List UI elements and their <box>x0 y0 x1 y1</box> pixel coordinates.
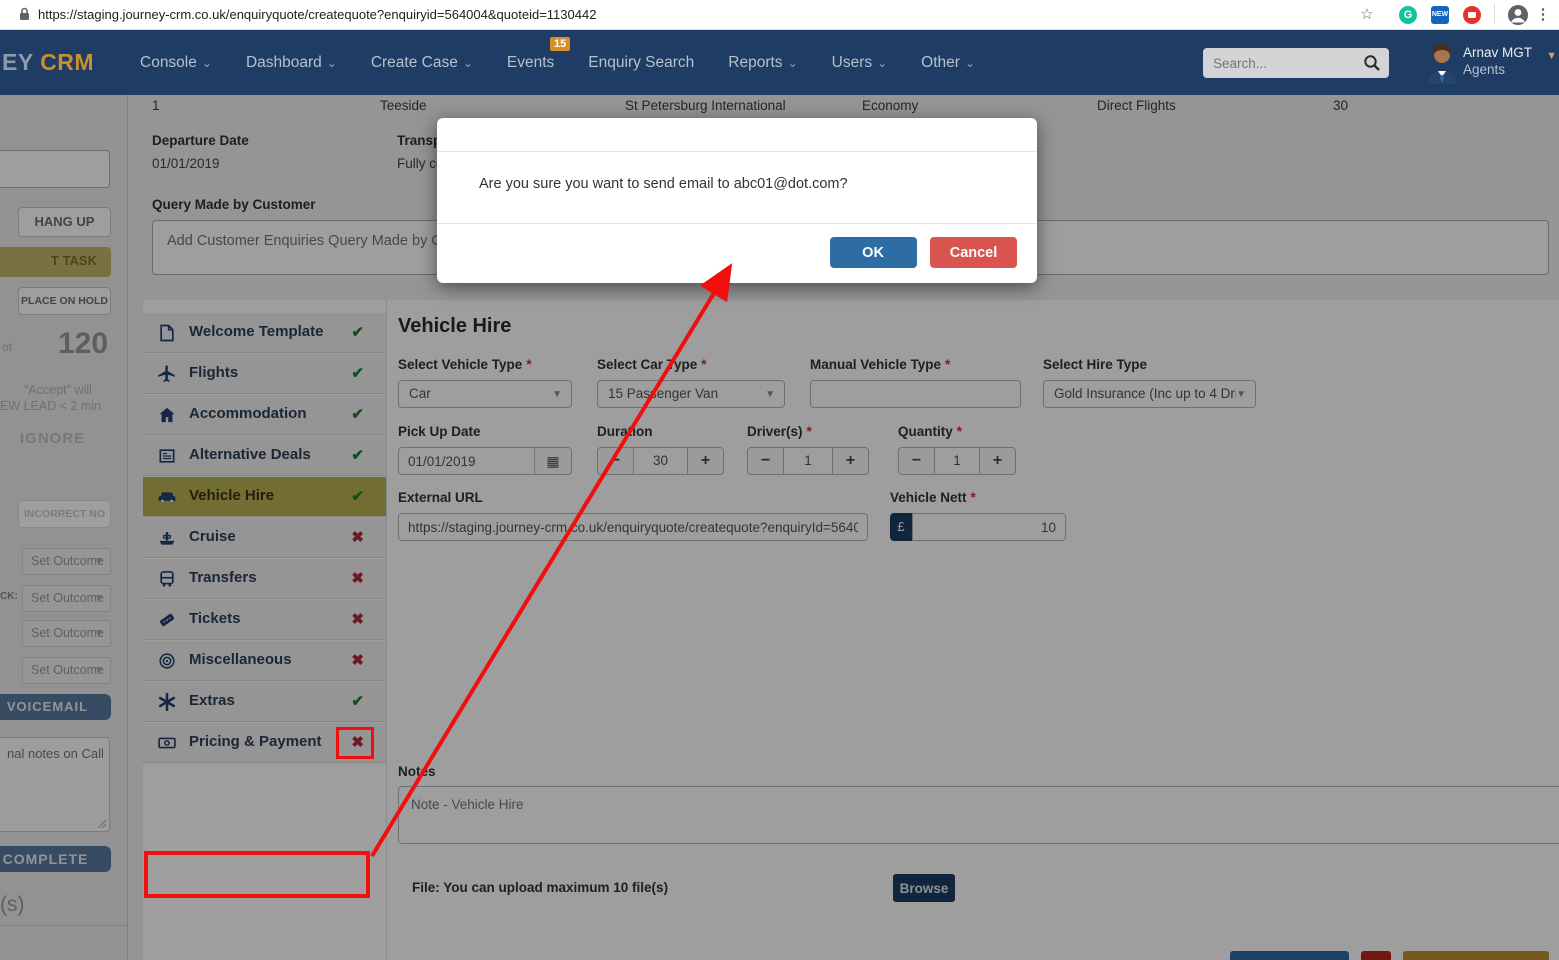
annotation-box-send-email <box>144 851 370 898</box>
annotation-box-pricing-status <box>336 727 374 759</box>
app-logo[interactable]: EY CRM <box>2 49 94 76</box>
nav-item-users[interactable]: Users ⌄ <box>832 54 888 72</box>
bookmark-star-icon[interactable]: ☆ <box>1357 5 1377 25</box>
chevron-down-icon: ⌄ <box>787 55 798 70</box>
dialog-message: Are you sure you want to send email to a… <box>437 152 1037 224</box>
divider <box>1494 4 1495 24</box>
nav-item-reports[interactable]: Reports ⌄ <box>728 54 797 72</box>
chevron-down-icon: ⌄ <box>201 55 212 70</box>
app-navbar: EY CRM Console ⌄ Dashboard ⌄ Create Case ⌄ Eve… <box>0 30 1559 95</box>
user-caret-icon: ▼ <box>1546 50 1557 62</box>
dialog-footer: OK Cancel <box>437 224 1037 282</box>
search-icon[interactable] <box>1363 54 1381 72</box>
chevron-down-icon: ⌄ <box>462 55 473 70</box>
chevron-down-icon: ⌄ <box>877 55 888 70</box>
user-role: Agents <box>1463 62 1506 77</box>
nav-item-create-case[interactable]: Create Case ⌄ <box>371 54 473 72</box>
browser-chrome: https://staging.journey-crm.co.uk/enquir… <box>0 0 1559 30</box>
address-bar[interactable]: https://staging.journey-crm.co.uk/enquir… <box>38 7 596 22</box>
user-menu[interactable]: Arnav MGT Agents <box>1463 44 1541 78</box>
grammarly-extension-icon[interactable]: G <box>1399 6 1417 24</box>
nav-item-dashboard[interactable]: Dashboard ⌄ <box>246 54 337 72</box>
nav-item-enquiry-search[interactable]: Enquiry Search <box>588 54 694 72</box>
nav-item-other[interactable]: Other ⌄ <box>921 54 975 72</box>
search-input[interactable] <box>1213 48 1353 78</box>
browser-menu-icon[interactable]: ⋮ <box>1533 5 1553 25</box>
red-extension-icon[interactable] <box>1463 6 1481 24</box>
navbar-search <box>1203 48 1389 78</box>
chevron-down-icon: ⌄ <box>326 55 337 70</box>
ok-button[interactable]: OK <box>829 237 917 268</box>
dialog-header <box>437 118 1037 152</box>
avatar[interactable] <box>1425 42 1459 84</box>
nav-item-events[interactable]: Events 15 <box>507 36 571 72</box>
lock-icon <box>19 7 30 26</box>
page: https://staging.journey-crm.co.uk/enquir… <box>0 0 1559 960</box>
events-count-badge: 15 <box>550 36 571 51</box>
cancel-button[interactable]: Cancel <box>930 237 1017 268</box>
nav-menu: Console ⌄ Dashboard ⌄ Create Case ⌄ Events 15 En… <box>140 30 975 95</box>
chevron-down-icon: ⌄ <box>964 55 975 70</box>
nav-item-console[interactable]: Console ⌄ <box>140 54 212 72</box>
new-extension-icon[interactable]: NEW <box>1431 6 1449 24</box>
browser-profile-icon[interactable] <box>1507 4 1528 25</box>
user-name: Arnav MGT <box>1463 45 1533 60</box>
confirm-send-email-dialog: Are you sure you want to send email to a… <box>437 118 1037 283</box>
